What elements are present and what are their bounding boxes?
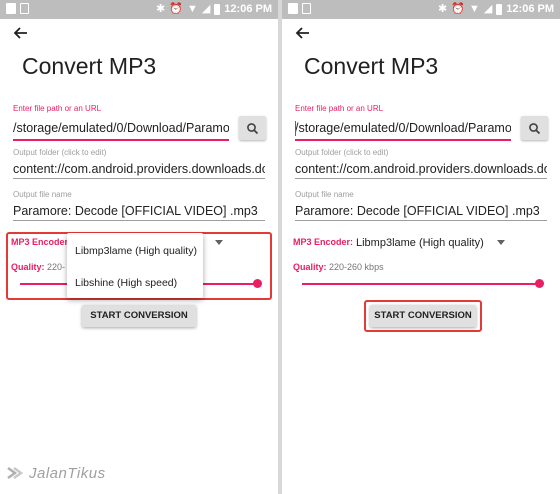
file-name-value: Paramore: Decode [OFFICIAL VIDEO] .mp3 [295,204,540,218]
dropdown-option-libmp3lame[interactable]: Libmp3lame (High quality) [75,245,197,257]
status-time: 12:06 PM [224,3,272,15]
output-folder-value: content://com.android.providers.download… [295,162,547,176]
output-folder-field[interactable]: content://com.android.providers.download… [13,160,265,179]
notification-icon [302,3,311,14]
text-cursor [295,121,296,136]
wifi-icon: ▼ [186,3,198,15]
path-input-value: /storage/emulated/0/Download/Paramore [13,121,229,135]
page-title: Convert MP3 [22,53,157,79]
encoder-label: MP3 Encoder: [293,237,354,247]
output-folder-label: Output folder (click to edit) [13,148,107,157]
output-folder-label: Output folder (click to edit) [295,148,389,157]
page-title: Convert MP3 [304,53,439,79]
output-folder-value: content://com.android.providers.download… [13,162,265,176]
file-name-value: Paramore: Decode [OFFICIAL VIDEO] .mp3 [13,204,258,218]
notification-icon [6,3,16,14]
bluetooth-icon: ✱ [156,3,166,15]
path-input[interactable]: /storage/emulated/0/Download/Paramore [13,119,229,141]
file-name-label: Output file name [13,190,72,199]
watermark: JalanTikus [6,464,106,482]
watermark-text: JalanTikus [29,464,106,482]
browse-button[interactable] [239,116,266,140]
quality-row: Quality: 220-260 kbps [293,262,384,272]
signal-icon: ◢ [483,3,493,15]
back-arrow-icon[interactable] [294,24,312,42]
browse-button[interactable] [521,116,548,140]
file-name-label: Output file name [295,190,354,199]
highlight-box [364,300,482,332]
bluetooth-icon: ✱ [438,3,448,15]
battery-icon [214,3,221,15]
right-screen: ✱ ⏰ ▼ ◢ 12:06 PM Convert MP3 Enter file … [282,0,560,494]
search-icon [529,122,541,134]
encoder-row: MP3 Encoder: [293,237,353,247]
alarm-icon: ⏰ [169,3,183,15]
search-icon [247,122,259,134]
battery-icon [496,3,503,15]
jalantikus-logo-icon [7,466,24,480]
notification-icon [288,3,298,14]
path-input-value: /storage/emulated/0/Download/Paramore [295,121,511,135]
dropdown-option-libshine[interactable]: Libshine (High speed) [75,277,177,289]
file-name-field[interactable]: Paramore: Decode [OFFICIAL VIDEO] .mp3 [295,202,547,221]
signal-icon: ◢ [201,3,211,15]
chevron-down-icon[interactable] [497,240,505,245]
status-time: 12:06 PM [506,3,554,15]
path-input[interactable]: /storage/emulated/0/Download/Paramore [295,119,511,141]
encoder-dropdown-menu: Libmp3lame (High quality) Libshine (High… [67,233,203,298]
status-bar: ✱ ⏰ ▼ ◢ 12:06 PM [0,0,278,19]
path-label: Enter file path or an URL [13,104,102,113]
back-arrow-icon[interactable] [12,24,30,42]
left-screen: ✱ ⏰ ▼ ◢ 12:06 PM Convert MP3 Enter file … [0,0,278,494]
output-folder-field[interactable]: content://com.android.providers.download… [295,160,547,179]
status-bar: ✱ ⏰ ▼ ◢ 12:06 PM [282,0,560,19]
encoder-select[interactable]: Libmp3lame (High quality) [356,237,484,249]
start-conversion-button[interactable]: START CONVERSION [82,305,196,327]
quality-slider[interactable] [302,283,540,285]
alarm-icon: ⏰ [451,3,465,15]
file-name-field[interactable]: Paramore: Decode [OFFICIAL VIDEO] .mp3 [13,202,265,221]
quality-value: 220-260 kbps [329,262,384,272]
quality-label: Quality: [293,262,327,272]
quality-slider-thumb[interactable] [535,279,544,288]
path-label: Enter file path or an URL [295,104,384,113]
wifi-icon: ▼ [468,3,480,15]
notification-icon [20,3,29,14]
